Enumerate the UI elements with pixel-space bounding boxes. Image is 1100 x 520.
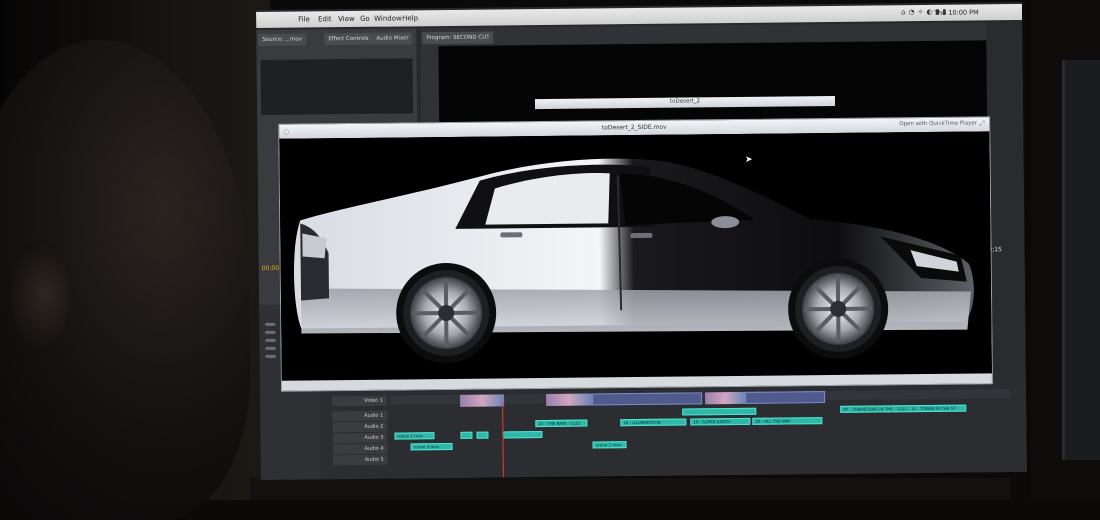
- audio-clip[interactable]: 07 - THEMESONG IN THE - 1122 - 11 - TOWE…: [840, 404, 967, 413]
- menu-go[interactable]: Go: [360, 15, 370, 23]
- tab-audio-mixer[interactable]: Audio Mixer: [372, 32, 413, 45]
- audio-clip[interactable]: [682, 407, 757, 416]
- audio-clip[interactable]: 18 - ILLUMINATION: [620, 418, 687, 427]
- resize-icon[interactable]: ⤢: [979, 119, 985, 128]
- viewer-ear: [10, 240, 70, 350]
- track-label-audio-4[interactable]: Audio 4: [332, 443, 388, 455]
- project-item[interactable]: [265, 338, 276, 342]
- mouse-pointer-icon: ➤: [745, 155, 753, 165]
- monitor-bezel: [250, 478, 1010, 500]
- menu-help[interactable]: Help: [402, 14, 418, 22]
- monitor-screen: File Edit View Go Window Help ⌂◔✧◐▮▮ Thu…: [256, 1, 1027, 480]
- video-clip[interactable]: [546, 393, 593, 406]
- menu-file[interactable]: File: [298, 15, 310, 23]
- open-with-quicktime-button[interactable]: Open with QuickTime Player: [899, 120, 977, 127]
- video-clip[interactable]: [705, 391, 746, 405]
- quicktime-back-title: toDesert_2: [669, 98, 701, 105]
- project-item[interactable]: [265, 346, 276, 350]
- car-video-frame: [279, 131, 992, 381]
- track-label-audio-1[interactable]: Audio 1: [332, 410, 388, 422]
- program-side-strip: [986, 21, 1026, 298]
- audio-clip[interactable]: scene 1.mov: [394, 432, 435, 440]
- menubar-clock: Thu 10:00 PM: [934, 8, 979, 17]
- video-clip[interactable]: [745, 391, 826, 404]
- audio-clip[interactable]: 14 - THE RAIN - 1122: [535, 419, 588, 428]
- tab-program[interactable]: Program: SECOND CUT: [422, 31, 494, 45]
- audio-clip[interactable]: scene 3.mov: [410, 442, 453, 451]
- project-item[interactable]: [265, 330, 276, 334]
- track-label-audio-5[interactable]: Audio 5: [332, 454, 388, 466]
- track-label-audio-2[interactable]: Audio 2: [332, 421, 388, 433]
- side-monitor: [1062, 60, 1100, 460]
- menu-edit[interactable]: Edit: [318, 15, 332, 23]
- tab-effect-controls[interactable]: Effect Controls: [324, 32, 373, 46]
- source-preview: [260, 58, 414, 115]
- video-clip[interactable]: [460, 394, 505, 407]
- tab-source[interactable]: Source: ...mov: [258, 33, 307, 46]
- quicktime-window: ○ toDesert_2_SIDE.mov Open with QuickTim…: [278, 116, 993, 392]
- source-timecode: 00;00: [261, 264, 280, 272]
- audio-clip[interactable]: [502, 431, 543, 439]
- playhead[interactable]: [502, 402, 504, 478]
- menu-window[interactable]: Window: [374, 14, 402, 22]
- audio-clip[interactable]: 19 - SUPER EARTH: [690, 417, 751, 426]
- project-item[interactable]: [265, 354, 276, 358]
- project-item[interactable]: [265, 322, 276, 326]
- program-preview: [438, 40, 988, 127]
- audio-clip[interactable]: scene 1.mov: [592, 441, 627, 449]
- audio-clip[interactable]: [460, 431, 473, 439]
- track-label-audio-3[interactable]: Audio 3: [332, 432, 388, 444]
- audio-clip[interactable]: 20 - ALL THE WAY: [752, 417, 823, 425]
- audio-clip[interactable]: [476, 431, 489, 439]
- track-label-video-1[interactable]: Video 1: [332, 395, 388, 407]
- menu-view[interactable]: View: [338, 15, 355, 23]
- video-clip[interactable]: [592, 392, 703, 406]
